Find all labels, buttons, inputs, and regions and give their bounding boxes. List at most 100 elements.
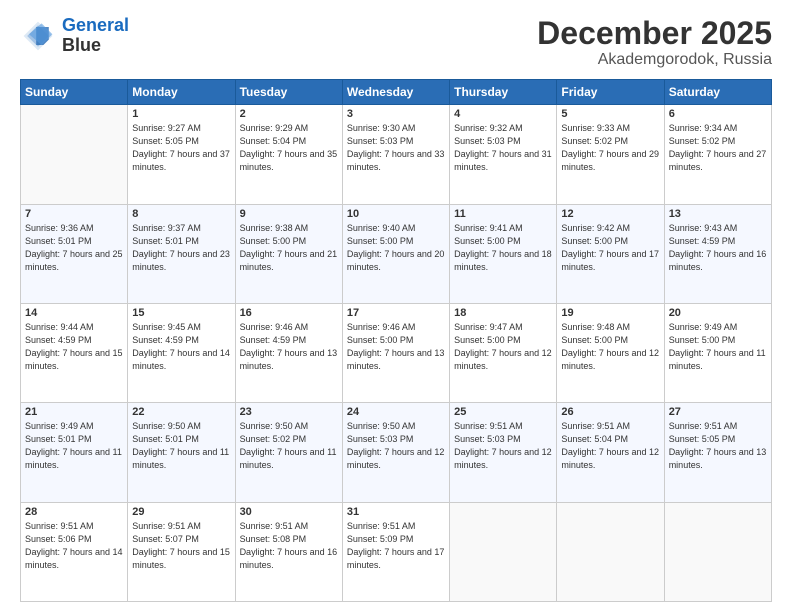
- day-info: Sunrise: 9:38 AM Sunset: 5:00 PM Dayligh…: [240, 222, 338, 274]
- logo-text: General Blue: [62, 16, 129, 56]
- logo-line2: Blue: [62, 36, 129, 56]
- day-number: 14: [25, 307, 123, 319]
- day-info: Sunrise: 9:27 AM Sunset: 5:05 PM Dayligh…: [132, 122, 230, 174]
- day-info: Sunrise: 9:32 AM Sunset: 5:03 PM Dayligh…: [454, 122, 552, 174]
- calendar-week-4: 21Sunrise: 9:49 AM Sunset: 5:01 PM Dayli…: [21, 403, 772, 502]
- calendar-week-2: 7 Sunrise: 9:36 AM Sunset: 5:01 PM Daylig…: [21, 204, 772, 303]
- calendar-cell-w5-d5: [450, 502, 557, 601]
- calendar-cell-w3-d3: 16Sunrise: 9:46 AM Sunset: 4:59 PM Dayli…: [235, 303, 342, 402]
- calendar-cell-w2-d1: 7 Sunrise: 9:36 AM Sunset: 5:01 PM Daylig…: [21, 204, 128, 303]
- calendar-cell-w4-d2: 22Sunrise: 9:50 AM Sunset: 5:01 PM Dayli…: [128, 403, 235, 502]
- day-number: 10: [347, 208, 445, 220]
- day-info: Sunrise: 9:49 AM Sunset: 5:01 PM Dayligh…: [25, 420, 123, 472]
- day-number: 24: [347, 406, 445, 418]
- day-info: Sunrise: 9:41 AM Sunset: 5:00 PM Dayligh…: [454, 222, 552, 274]
- calendar-week-1: 1 Sunrise: 9:27 AM Sunset: 5:05 PM Daylig…: [21, 105, 772, 204]
- calendar-cell-w2-d3: 9 Sunrise: 9:38 AM Sunset: 5:00 PM Daylig…: [235, 204, 342, 303]
- calendar-cell-w5-d6: [557, 502, 664, 601]
- day-info: Sunrise: 9:34 AM Sunset: 5:02 PM Dayligh…: [669, 122, 767, 174]
- calendar-cell-w3-d1: 14 Sunrise: 9:44 AM Sunset: 4:59 PM Dayli…: [21, 303, 128, 402]
- calendar-cell-w3-d2: 15 Sunrise: 9:45 AM Sunset: 4:59 PM Dayli…: [128, 303, 235, 402]
- day-number: 23: [240, 406, 338, 418]
- day-info: Sunrise: 9:49 AM Sunset: 5:00 PM Dayligh…: [669, 321, 767, 373]
- header: General Blue December 2025 Akademgorodok…: [20, 16, 772, 69]
- calendar-cell-w2-d5: 11 Sunrise: 9:41 AM Sunset: 5:00 PM Dayli…: [450, 204, 557, 303]
- day-info: Sunrise: 9:51 AM Sunset: 5:03 PM Dayligh…: [454, 420, 552, 472]
- day-info: Sunrise: 9:50 AM Sunset: 5:02 PM Dayligh…: [240, 420, 338, 472]
- title-block: December 2025 Akademgorodok, Russia: [537, 16, 772, 69]
- calendar-cell-w1-d7: 6 Sunrise: 9:34 AM Sunset: 5:02 PM Daylig…: [664, 105, 771, 204]
- location: Akademgorodok, Russia: [537, 51, 772, 69]
- day-info: Sunrise: 9:46 AM Sunset: 5:00 PM Dayligh…: [347, 321, 445, 373]
- day-info: Sunrise: 9:51 AM Sunset: 5:09 PM Dayligh…: [347, 520, 445, 572]
- day-info: Sunrise: 9:40 AM Sunset: 5:00 PM Dayligh…: [347, 222, 445, 274]
- day-number: 25: [454, 406, 552, 418]
- calendar-cell-w1-d6: 5 Sunrise: 9:33 AM Sunset: 5:02 PM Daylig…: [557, 105, 664, 204]
- calendar-header-row: Sunday Monday Tuesday Wednesday Thursday…: [21, 80, 772, 105]
- calendar-cell-w3-d4: 17 Sunrise: 9:46 AM Sunset: 5:00 PM Dayli…: [342, 303, 449, 402]
- day-number: 26: [561, 406, 659, 418]
- day-info: Sunrise: 9:37 AM Sunset: 5:01 PM Dayligh…: [132, 222, 230, 274]
- calendar-cell-w2-d7: 13 Sunrise: 9:43 AM Sunset: 4:59 PM Dayli…: [664, 204, 771, 303]
- calendar-cell-w3-d7: 20Sunrise: 9:49 AM Sunset: 5:00 PM Dayli…: [664, 303, 771, 402]
- day-number: 11: [454, 208, 552, 220]
- col-saturday: Saturday: [664, 80, 771, 105]
- day-number: 6: [669, 108, 767, 120]
- day-info: Sunrise: 9:43 AM Sunset: 4:59 PM Dayligh…: [669, 222, 767, 274]
- col-tuesday: Tuesday: [235, 80, 342, 105]
- day-info: Sunrise: 9:51 AM Sunset: 5:06 PM Dayligh…: [25, 520, 123, 572]
- calendar-cell-w5-d1: 28 Sunrise: 9:51 AM Sunset: 5:06 PM Dayli…: [21, 502, 128, 601]
- calendar-cell-w5-d7: [664, 502, 771, 601]
- logo-line1: General: [62, 15, 129, 35]
- calendar-cell-w2-d6: 12 Sunrise: 9:42 AM Sunset: 5:00 PM Dayli…: [557, 204, 664, 303]
- day-info: Sunrise: 9:36 AM Sunset: 5:01 PM Dayligh…: [25, 222, 123, 274]
- day-number: 8: [132, 208, 230, 220]
- calendar-cell-w4-d7: 27Sunrise: 9:51 AM Sunset: 5:05 PM Dayli…: [664, 403, 771, 502]
- calendar-cell-w4-d4: 24Sunrise: 9:50 AM Sunset: 5:03 PM Dayli…: [342, 403, 449, 502]
- day-number: 5: [561, 108, 659, 120]
- day-info: Sunrise: 9:48 AM Sunset: 5:00 PM Dayligh…: [561, 321, 659, 373]
- day-number: 15: [132, 307, 230, 319]
- col-wednesday: Wednesday: [342, 80, 449, 105]
- day-info: Sunrise: 9:51 AM Sunset: 5:08 PM Dayligh…: [240, 520, 338, 572]
- day-number: 9: [240, 208, 338, 220]
- calendar-cell-w3-d6: 19Sunrise: 9:48 AM Sunset: 5:00 PM Dayli…: [557, 303, 664, 402]
- day-info: Sunrise: 9:42 AM Sunset: 5:00 PM Dayligh…: [561, 222, 659, 274]
- calendar-cell-w1-d4: 3Sunrise: 9:30 AM Sunset: 5:03 PM Daylig…: [342, 105, 449, 204]
- day-number: 31: [347, 506, 445, 518]
- calendar-cell-w2-d4: 10 Sunrise: 9:40 AM Sunset: 5:00 PM Dayli…: [342, 204, 449, 303]
- col-sunday: Sunday: [21, 80, 128, 105]
- month-title: December 2025: [537, 16, 772, 51]
- col-friday: Friday: [557, 80, 664, 105]
- day-info: Sunrise: 9:51 AM Sunset: 5:07 PM Dayligh…: [132, 520, 230, 572]
- calendar-cell-w5-d3: 30Sunrise: 9:51 AM Sunset: 5:08 PM Dayli…: [235, 502, 342, 601]
- day-number: 22: [132, 406, 230, 418]
- day-number: 28: [25, 506, 123, 518]
- calendar-cell-w1-d3: 2 Sunrise: 9:29 AM Sunset: 5:04 PM Daylig…: [235, 105, 342, 204]
- calendar-cell-w5-d4: 31 Sunrise: 9:51 AM Sunset: 5:09 PM Dayli…: [342, 502, 449, 601]
- day-number: 17: [347, 307, 445, 319]
- day-info: Sunrise: 9:46 AM Sunset: 4:59 PM Dayligh…: [240, 321, 338, 373]
- calendar-cell-w2-d2: 8 Sunrise: 9:37 AM Sunset: 5:01 PM Daylig…: [128, 204, 235, 303]
- day-info: Sunrise: 9:44 AM Sunset: 4:59 PM Dayligh…: [25, 321, 123, 373]
- col-thursday: Thursday: [450, 80, 557, 105]
- day-info: Sunrise: 9:45 AM Sunset: 4:59 PM Dayligh…: [132, 321, 230, 373]
- calendar-cell-w5-d2: 29Sunrise: 9:51 AM Sunset: 5:07 PM Dayli…: [128, 502, 235, 601]
- calendar-cell-w1-d5: 4 Sunrise: 9:32 AM Sunset: 5:03 PM Daylig…: [450, 105, 557, 204]
- calendar-cell-w1-d2: 1 Sunrise: 9:27 AM Sunset: 5:05 PM Daylig…: [128, 105, 235, 204]
- calendar-week-3: 14 Sunrise: 9:44 AM Sunset: 4:59 PM Dayli…: [21, 303, 772, 402]
- day-number: 18: [454, 307, 552, 319]
- day-number: 27: [669, 406, 767, 418]
- day-number: 3: [347, 108, 445, 120]
- day-number: 12: [561, 208, 659, 220]
- calendar-cell-w3-d5: 18Sunrise: 9:47 AM Sunset: 5:00 PM Dayli…: [450, 303, 557, 402]
- logo: General Blue: [20, 16, 129, 56]
- day-number: 4: [454, 108, 552, 120]
- day-number: 2: [240, 108, 338, 120]
- calendar-table: Sunday Monday Tuesday Wednesday Thursday…: [20, 79, 772, 602]
- day-number: 1: [132, 108, 230, 120]
- day-info: Sunrise: 9:33 AM Sunset: 5:02 PM Dayligh…: [561, 122, 659, 174]
- day-number: 7: [25, 208, 123, 220]
- day-number: 13: [669, 208, 767, 220]
- day-info: Sunrise: 9:29 AM Sunset: 5:04 PM Dayligh…: [240, 122, 338, 174]
